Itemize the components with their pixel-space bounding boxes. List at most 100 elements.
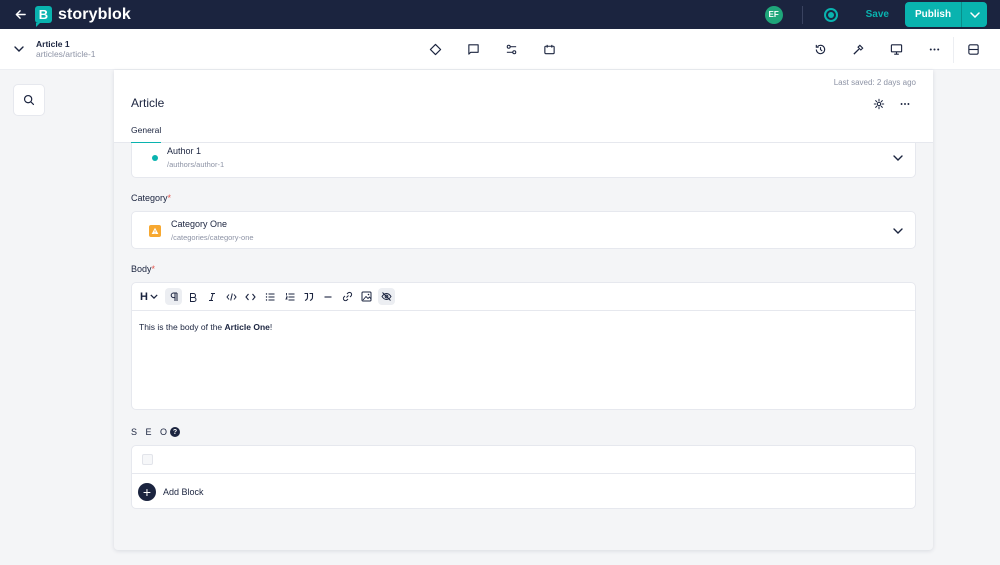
link-icon — [342, 291, 352, 302]
user-avatar[interactable]: EF — [764, 5, 783, 24]
paragraph-button[interactable] — [165, 288, 183, 305]
image-button[interactable] — [358, 288, 375, 305]
desktop-icon — [890, 44, 902, 55]
calendar-icon — [543, 44, 555, 55]
bullet-list-icon — [266, 292, 275, 301]
italic-button[interactable] — [204, 288, 221, 305]
image-icon — [361, 291, 372, 302]
story-slug: articles/article-1 — [36, 49, 96, 59]
author-title: Author 1 — [167, 146, 202, 156]
author-field[interactable]: Author 1 /authors/author-1 — [131, 143, 916, 178]
body-label-text: Body — [131, 264, 152, 274]
more-icon — [900, 103, 910, 105]
status-indicator-icon[interactable] — [823, 7, 838, 22]
seo-label-text: S E O — [131, 427, 171, 437]
chevron-down-icon — [893, 228, 903, 234]
category-title: Category One — [171, 219, 228, 229]
logo-mark-icon: B — [35, 6, 52, 27]
code-icon — [226, 292, 237, 301]
tab-general[interactable]: General — [131, 125, 162, 144]
story-title: Article 1 — [36, 38, 70, 49]
horizontal-rule-button[interactable] — [320, 288, 337, 305]
seo-label: S E O ? — [131, 427, 916, 437]
block-settings-button[interactable] — [869, 94, 889, 114]
gear-icon — [873, 98, 885, 110]
body-text: This is the body of the — [139, 322, 225, 332]
dev-tools-button[interactable] — [848, 40, 868, 60]
heading-button[interactable]: H — [138, 288, 160, 305]
eye-off-icon — [380, 292, 392, 301]
brand-name: storyblok — [58, 5, 131, 23]
select-all-checkbox[interactable] — [142, 454, 153, 465]
horizontal-rule-icon — [324, 295, 332, 298]
body-label: Body* — [131, 264, 916, 274]
schedule-button[interactable] — [539, 40, 559, 60]
warning-icon — [149, 225, 161, 237]
story-info: Article 1 articles/article-1 — [36, 39, 96, 59]
content-panel: Last saved: 2 days ago Article General A… — [114, 70, 933, 550]
category-path: /categories/category-one — [171, 233, 254, 242]
bold-icon — [190, 292, 197, 302]
config-button[interactable] — [501, 40, 521, 60]
components-button[interactable] — [425, 40, 445, 60]
diamond-icon — [429, 43, 441, 56]
hammer-icon — [852, 44, 863, 55]
publish-button[interactable]: Publish — [905, 2, 961, 27]
collapse-button[interactable] — [14, 46, 28, 52]
ordered-list-button[interactable] — [281, 288, 298, 305]
story-bar: Article 1 articles/article-1 — [0, 29, 1000, 70]
category-field[interactable]: Category One /categories/category-one — [131, 211, 916, 249]
back-button[interactable] — [5, 0, 35, 29]
bullet-list-button[interactable] — [262, 288, 279, 305]
bold-button[interactable] — [185, 288, 202, 305]
history-icon — [815, 44, 825, 55]
code-block-button[interactable] — [242, 288, 259, 305]
storyblok-logo[interactable]: B storyblok — [35, 5, 131, 27]
category-label-text: Category — [131, 193, 168, 203]
code-block-icon — [245, 293, 257, 300]
more-icon — [929, 48, 939, 51]
panel-title: Article — [131, 96, 165, 110]
comment-icon — [467, 44, 479, 55]
publish-options-button[interactable] — [961, 2, 987, 27]
add-block-label: Add Block — [163, 486, 204, 497]
save-button[interactable]: Save — [866, 9, 889, 20]
help-icon[interactable]: ? — [170, 427, 181, 437]
chevron-down-icon — [14, 46, 24, 52]
panel-header: Last saved: 2 days ago Article General — [114, 70, 933, 144]
layout-icon — [967, 43, 979, 55]
chevron-down-icon — [969, 11, 980, 18]
fields: Author 1 /authors/author-1 Category* Cat… — [131, 143, 916, 509]
editor-toolbar: H — [132, 283, 915, 311]
layout-toggle-button[interactable] — [963, 39, 983, 59]
preview-button[interactable] — [886, 40, 906, 60]
quote-button[interactable] — [300, 288, 317, 305]
ordered-list-icon — [284, 292, 295, 300]
history-button[interactable] — [810, 40, 830, 60]
seo-blocks-field: + Add Block — [131, 445, 916, 509]
settings-sliders-icon — [506, 44, 516, 55]
chevron-down-icon — [893, 155, 903, 161]
link-button[interactable] — [339, 288, 356, 305]
top-bar: B storyblok EF Save Publish — [0, 0, 1000, 29]
body-text-end: ! — [269, 322, 273, 332]
hide-toolbar-button[interactable] — [377, 288, 395, 305]
right-toolbar — [810, 29, 962, 70]
publish-group: Publish — [905, 2, 987, 27]
more-options-button[interactable] — [924, 40, 944, 60]
required-marker: * — [151, 264, 156, 274]
italic-icon — [209, 292, 216, 301]
comments-button[interactable] — [463, 40, 483, 60]
divider — [953, 37, 954, 63]
search-button[interactable] — [13, 84, 45, 116]
paragraph-icon — [170, 292, 178, 301]
add-block-button[interactable]: + Add Block — [132, 474, 915, 509]
code-button[interactable] — [223, 288, 240, 305]
body-text-bold: Article One — [224, 322, 270, 332]
center-toolbar — [425, 29, 577, 70]
required-marker: * — [167, 193, 172, 203]
block-more-button[interactable] — [895, 94, 915, 114]
editor-content[interactable]: This is the body of the Article One! — [132, 311, 915, 343]
search-icon — [23, 94, 35, 106]
status-dot-icon — [152, 155, 158, 161]
